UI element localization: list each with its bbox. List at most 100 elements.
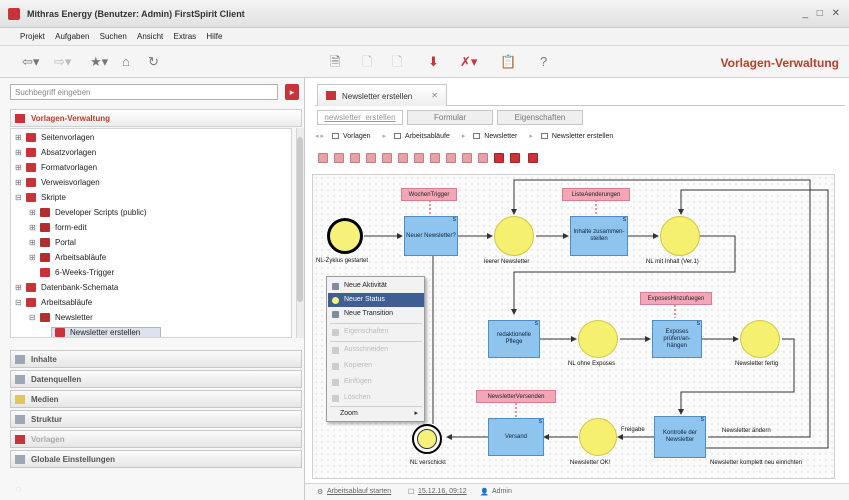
activity-versand[interactable]: Versand S bbox=[488, 418, 544, 456]
state-newsletter-ok[interactable] bbox=[579, 418, 617, 456]
copy-page-icon[interactable]: 🗋 bbox=[392, 54, 402, 70]
menu-item-neuer-status[interactable]: Neuer Status bbox=[328, 293, 424, 307]
breadcrumb-newsletter[interactable]: Newsletter bbox=[473, 133, 523, 140]
tree-item-formatvorlagen[interactable]: ⊞ Formatvorlagen bbox=[15, 163, 97, 177]
menu-item-neue-aktivitaet[interactable]: Neue Aktivität bbox=[328, 279, 424, 293]
state-leerer-newsletter[interactable] bbox=[494, 216, 534, 256]
submenu-arrow-icon: ▸ bbox=[414, 410, 418, 417]
subtab-newsletter-erstellen[interactable]: newsletter_erstellen bbox=[317, 110, 403, 125]
tree-item-skripte[interactable]: ⊟ Skripte bbox=[15, 193, 66, 207]
tool-end-icon[interactable] bbox=[398, 153, 408, 163]
subtab-formular[interactable]: Formular bbox=[407, 110, 493, 125]
tree-item-6-weeks-trigger[interactable]: 6-Weeks-Trigger bbox=[37, 268, 114, 282]
tool-grid-icon[interactable] bbox=[478, 153, 488, 163]
tree-item-absatzvorlagen[interactable]: ⊞ Absatzvorlagen bbox=[15, 148, 96, 162]
window-controls[interactable]: _ □ ✕ bbox=[802, 8, 843, 19]
tool-select-icon[interactable] bbox=[318, 153, 328, 163]
start-label: NL-Zyklus gestartet bbox=[316, 258, 369, 264]
accordion-struktur[interactable]: Struktur bbox=[10, 410, 302, 428]
menu-item-kopieren[interactable]: Kopieren bbox=[328, 359, 424, 373]
zoom-in-icon[interactable] bbox=[494, 153, 504, 163]
accordion-datenquellen[interactable]: Datenquellen bbox=[10, 370, 302, 388]
menu-item-loeschen[interactable]: Löschen bbox=[328, 391, 424, 405]
start-workflow-link[interactable]: Arbeitsablauf starten bbox=[327, 488, 391, 495]
tree-item-newsletter[interactable]: ⊟ Newsletter bbox=[29, 313, 93, 327]
start-state[interactable] bbox=[327, 218, 363, 254]
accordion-medien[interactable]: Medien bbox=[10, 390, 302, 408]
transition-icon bbox=[332, 311, 339, 318]
breadcrumb-vorlagen[interactable]: Vorlagen bbox=[331, 133, 377, 140]
tree-item-arbeitsablaeufe[interactable]: ⊟ Arbeitsabläufe bbox=[15, 298, 92, 312]
state-newsletter-fertig[interactable] bbox=[740, 320, 780, 358]
accordion-inhalte[interactable]: Inhalte bbox=[10, 350, 302, 368]
menu-hilfe[interactable]: Hilfe bbox=[206, 28, 222, 41]
home-icon[interactable]: ⌂ bbox=[122, 54, 130, 70]
tree-scrollbar-thumb[interactable] bbox=[297, 137, 303, 302]
search-button[interactable]: ▸ bbox=[285, 84, 299, 100]
tree-item-portal[interactable]: ⊞ Portal bbox=[29, 238, 76, 252]
tool-paste-icon[interactable] bbox=[446, 153, 456, 163]
last-modified-date: 15.12.16, 09:12 bbox=[418, 488, 467, 495]
templates-panel-header[interactable]: Vorlagen-Verwaltung bbox=[10, 109, 302, 127]
page-icon[interactable]: 🗋 bbox=[362, 54, 372, 70]
menu-suchen[interactable]: Suchen bbox=[100, 28, 127, 41]
activity-neuer-newsletter[interactable]: Neuer Newsletter? S bbox=[404, 216, 458, 256]
subtab-eigenschaften[interactable]: Eigenschaften bbox=[497, 110, 583, 125]
search-input[interactable]: Suchbegriff eingeben bbox=[10, 84, 278, 100]
reload-icon[interactable]: ↻ bbox=[148, 54, 159, 70]
back-arrow-icon[interactable]: ⇦▾ bbox=[22, 54, 39, 70]
accordion-globale-einstellungen[interactable]: Globale Einstellungen bbox=[10, 450, 302, 468]
print-icon[interactable] bbox=[528, 153, 538, 163]
bookmark-star-icon[interactable]: ★▾ bbox=[90, 54, 108, 70]
menu-item-neue-transition[interactable]: Neue Transition bbox=[328, 307, 424, 321]
activity-exposes-pruefen[interactable]: Exposes prüfen/an-hängen S bbox=[652, 320, 702, 358]
delete-icon[interactable]: ✗▾ bbox=[460, 54, 477, 70]
tree-item-newsletter-erstellen[interactable]: Newsletter erstellen bbox=[51, 327, 161, 337]
forward-arrow-icon[interactable]: ⇨▾ bbox=[54, 54, 71, 70]
menu-ansicht[interactable]: Ansicht bbox=[137, 28, 163, 41]
menu-projekt[interactable]: Projekt bbox=[20, 28, 45, 41]
accordion-vorlagen[interactable]: Vorlagen bbox=[10, 430, 302, 448]
tree-item-form-edit[interactable]: ⊞ form-edit bbox=[29, 223, 87, 237]
tree-item-seitenvorlagen[interactable]: ⊞ Seitenvorlagen bbox=[15, 133, 94, 147]
activity-kontrolle[interactable]: Kontrolle der Newsletter S bbox=[654, 416, 706, 458]
state-nl-ohne-exposes[interactable] bbox=[578, 320, 618, 358]
end-label: NL verschickt bbox=[410, 460, 446, 466]
download-icon[interactable]: ⬇ bbox=[428, 54, 439, 70]
tool-cut-icon[interactable] bbox=[414, 153, 424, 163]
tree-item-developer-scripts[interactable]: ⊞ Developer Scripts (public) bbox=[29, 208, 147, 222]
help-icon[interactable]: ? bbox=[540, 54, 547, 70]
tab-newsletter-erstellen[interactable]: Newsletter erstellen ✕ bbox=[317, 84, 447, 106]
tool-copy-icon[interactable] bbox=[430, 153, 440, 163]
trigger-wochentrigger[interactable]: WochenTrigger bbox=[401, 188, 457, 201]
menu-extras[interactable]: Extras bbox=[173, 28, 196, 41]
menu-aufgaben[interactable]: Aufgaben bbox=[55, 28, 89, 41]
tree-item-script-arbeitsablaeufe[interactable]: ⊞ Arbeitsabläufe bbox=[29, 253, 106, 267]
tree-item-datenbank-schemata[interactable]: ⊞ Datenbank-Schemata bbox=[15, 283, 118, 297]
breadcrumb-newsletter-erstellen[interactable]: Newsletter erstellen bbox=[540, 133, 619, 140]
breadcrumb-arbeitsablaeufe[interactable]: Arbeitsabläufe bbox=[394, 133, 456, 140]
trigger-newsletterversenden[interactable]: NewsletterVersenden bbox=[476, 390, 556, 403]
tool-state-icon[interactable] bbox=[350, 153, 360, 163]
trigger-exposeshinzufuegen[interactable]: ExposesHinzufuegen bbox=[640, 292, 712, 305]
tool-activity-icon[interactable] bbox=[334, 153, 344, 163]
template-tree: ⊞ Seitenvorlagen ⊞ Absatzvorlagen ⊞ Formatv… bbox=[10, 128, 292, 338]
close-tab-icon[interactable]: ✕ bbox=[431, 91, 438, 100]
tool-start-icon[interactable] bbox=[382, 153, 392, 163]
trigger-listeaenderungen[interactable]: ListeAenderungen bbox=[562, 188, 630, 201]
tree-item-verweisvorlagen[interactable]: ⊞ Verweisvorlagen bbox=[15, 178, 100, 192]
clipboard-icon[interactable]: 📋 bbox=[500, 54, 516, 70]
search-page-icon[interactable]: 🗎 bbox=[330, 54, 340, 70]
activity-redaktionelle-pflege[interactable]: redaktionelle Pflege S bbox=[488, 320, 540, 358]
zoom-out-icon[interactable] bbox=[510, 153, 520, 163]
tool-transition-icon[interactable] bbox=[366, 153, 376, 163]
menu-item-eigenschaften[interactable]: Eigenschaften bbox=[328, 325, 424, 339]
menu-item-einfuegen[interactable]: Einfügen bbox=[328, 375, 424, 389]
tool-delete-icon[interactable] bbox=[462, 153, 472, 163]
menu-item-zoom[interactable]: Zoom ▸ bbox=[328, 407, 424, 421]
activity-inhalte-zusammenstellen[interactable]: Inhalte zusammen-stellen S bbox=[570, 216, 628, 256]
state-nl-mit-inhalt[interactable] bbox=[660, 216, 700, 256]
menu-item-ausschneiden[interactable]: Ausschneiden bbox=[328, 343, 424, 357]
window-title: Mithras Energy (Benutzer: Admin) FirstSp… bbox=[27, 9, 245, 19]
app-logo-icon bbox=[8, 8, 20, 20]
